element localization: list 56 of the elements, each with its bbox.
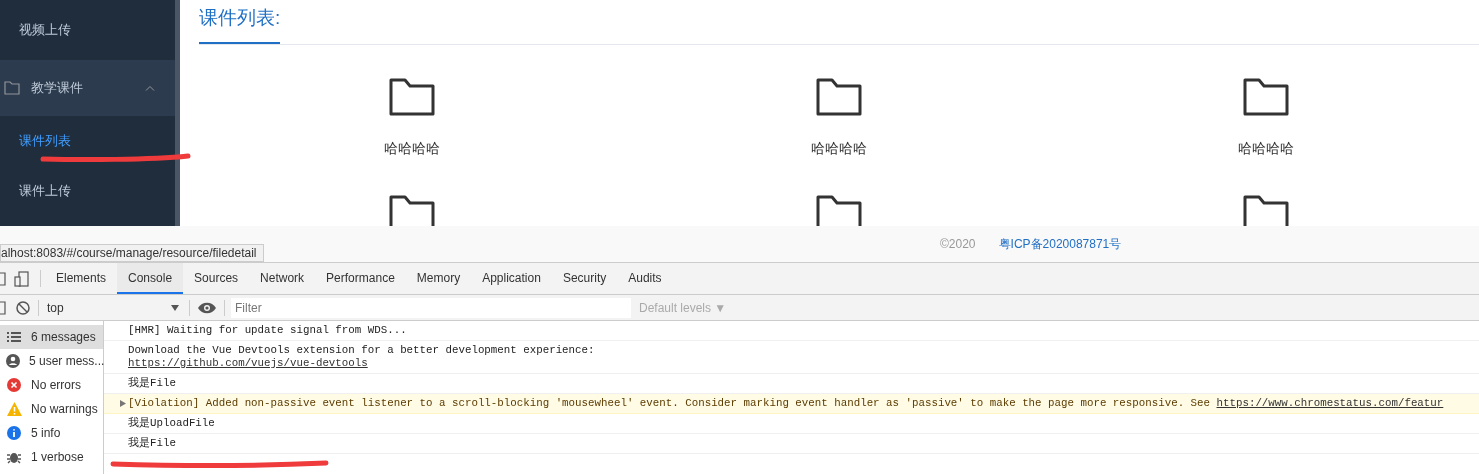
folder-icon [816, 78, 862, 116]
dropdown-icon [171, 304, 179, 311]
file-name: 哈哈哈哈 [384, 139, 441, 158]
folder-icon [1242, 78, 1289, 116]
console-message: 我是UploadFile [104, 414, 1479, 434]
folder-icon [389, 195, 436, 226]
context-select[interactable]: top [47, 298, 183, 317]
file-name: 哈哈哈哈 [1237, 139, 1294, 158]
message-filter[interactable]: 5 info [0, 421, 103, 445]
message-text: [Violation] Added non-passive event listener to a scroll-blocking 'mousewheel' event. Consider marking event handler as 'passive' to make the page more responsive. See [128, 397, 1212, 409]
devtools-tab[interactable]: Sources [183, 263, 250, 294]
devtools-tab[interactable]: Performance [315, 263, 406, 294]
status-url: alhost:8083/#/course/manage/resource/filedetail [0, 244, 264, 262]
page-title: 课件列表: [199, 0, 281, 44]
warning-icon [6, 402, 22, 416]
sidebar-item[interactable]: 课件上传 [0, 166, 175, 216]
console-message: Download the Vue Devtools extension for a better development experience: https://github.com/vuejs/vue-devtools [104, 341, 1479, 374]
folder-icon [389, 78, 436, 116]
message-link[interactable]: https://www.chromestatus.com/featur [1216, 397, 1444, 409]
message-filter[interactable]: 5 user mess... [0, 349, 103, 373]
sidebar-item[interactable]: 课件列表 [0, 116, 175, 166]
file-name: 哈哈哈哈 [811, 139, 867, 158]
copyright-text: ©2020 [940, 236, 976, 253]
device-icon[interactable] [14, 270, 30, 287]
console-message: 我是File [104, 434, 1479, 454]
inspect-icon[interactable] [0, 271, 6, 286]
sidebar-item[interactable]: 视频上传 [0, 0, 175, 60]
sidebar-group[interactable]: 教学课件 [0, 60, 175, 116]
clear-icon[interactable] [16, 300, 30, 315]
devtools-tab[interactable]: Network [249, 263, 316, 294]
folder-icon [1242, 195, 1289, 226]
error-icon [7, 378, 21, 392]
sidebar-toggle-icon[interactable] [0, 300, 6, 315]
message-link[interactable]: https://github.com/vuejs/vue-devtools [128, 357, 368, 369]
devtools-tab[interactable]: Audits [617, 263, 673, 294]
devtools-tab[interactable]: Security [551, 263, 618, 294]
message-filter[interactable]: 6 messages [0, 325, 103, 349]
devtools-tab[interactable]: Application [471, 263, 552, 294]
icp-link[interactable]: 粤ICP备2020087871号 [998, 235, 1122, 253]
message-filter[interactable]: No warnings [0, 397, 103, 421]
filter-field[interactable]: Filter [231, 297, 631, 318]
user-icon [6, 354, 20, 368]
list-icon [7, 331, 21, 343]
devtools-tab[interactable]: Console [117, 263, 184, 294]
bug-icon [7, 450, 21, 464]
folder-icon [4, 81, 20, 95]
eye-icon[interactable] [198, 301, 216, 314]
folder-icon [816, 195, 862, 226]
message-filter[interactable]: No errors [0, 373, 103, 397]
console-message: [HMR] Waiting for update signal from WDS... [104, 321, 1479, 341]
message-filter[interactable]: 1 verbose [0, 445, 103, 469]
devtools-tab[interactable]: Memory [405, 263, 472, 294]
info-icon [7, 426, 21, 440]
expand-icon[interactable] [120, 399, 126, 407]
group-label: 教学课件 [31, 79, 84, 98]
devtools-tab[interactable]: Elements [45, 263, 118, 294]
